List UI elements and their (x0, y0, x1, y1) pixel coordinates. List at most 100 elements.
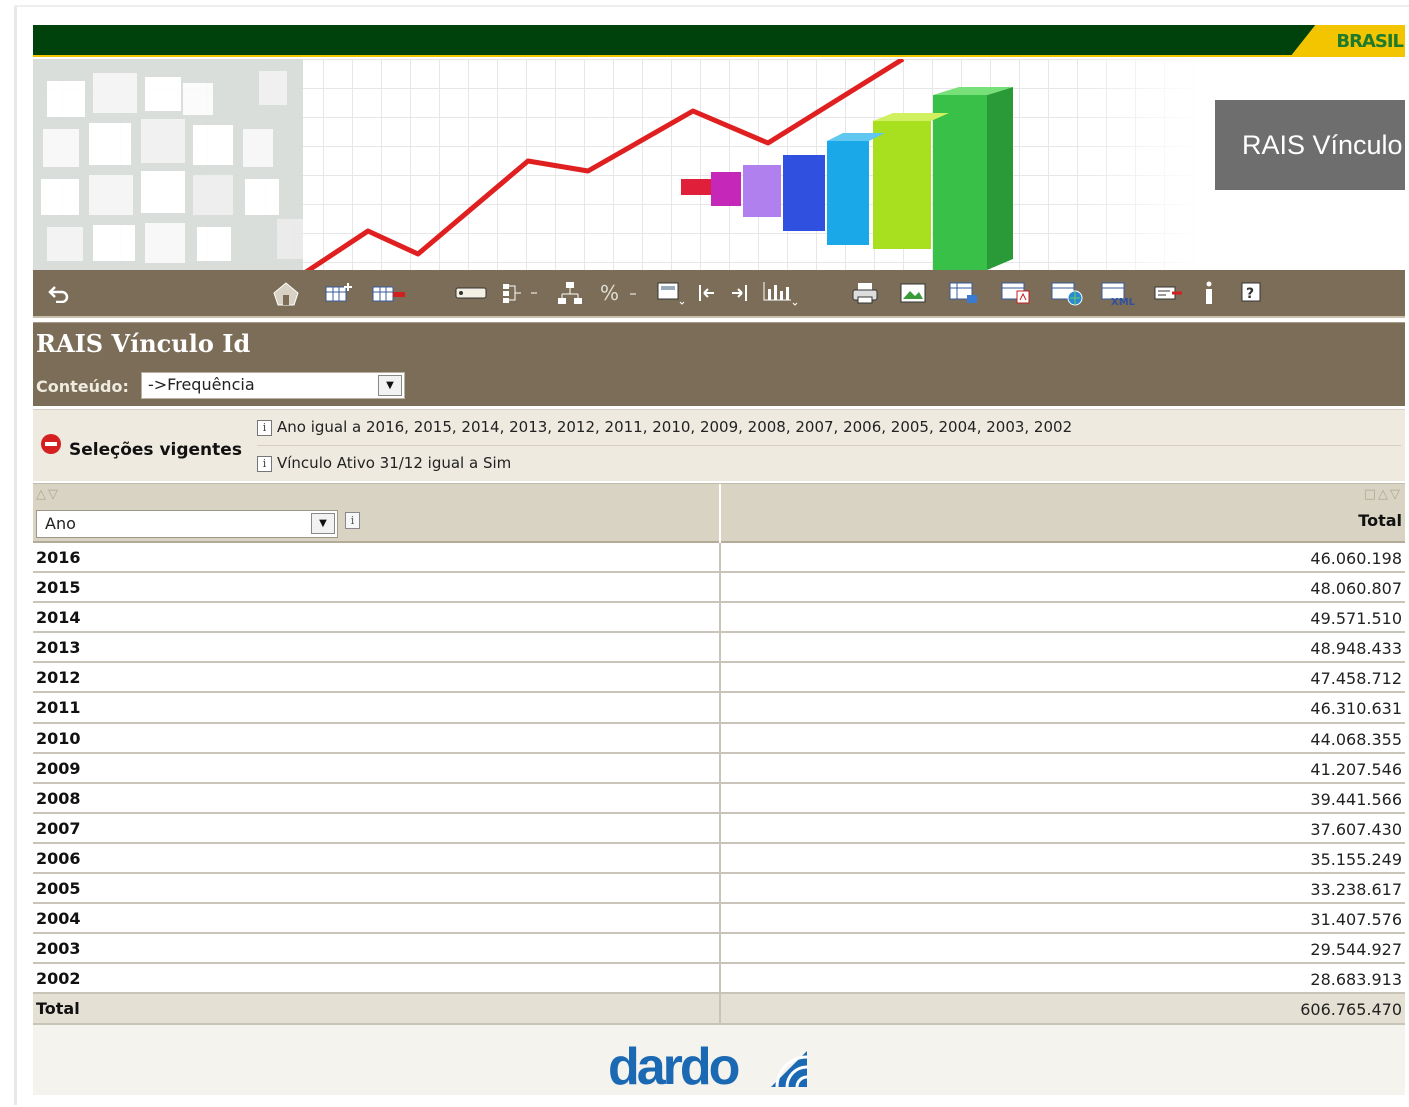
row-value: 48.948.433 (1310, 639, 1402, 659)
move-right-icon[interactable] (727, 279, 751, 307)
web-export-icon[interactable] (1049, 279, 1085, 307)
tree-icon[interactable] (501, 279, 543, 307)
page-title: RAIS Vínculo Id (36, 329, 251, 358)
current-selections: Seleções vigentes i Ano igual a 2016, 201… (33, 409, 1405, 481)
column-divider (719, 484, 721, 544)
selection-item-vinculo[interactable]: i Vínculo Ativo 31/12 igual a Sim (257, 454, 511, 472)
bars-icon (681, 87, 1013, 270)
calculator-icon[interactable] (653, 279, 687, 307)
row-value: 49.571.510 (1310, 609, 1402, 629)
undo-icon[interactable] (45, 279, 73, 307)
column-divider (719, 904, 721, 935)
banner-title: RAIS Vínculo (1215, 100, 1405, 190)
column-divider (719, 723, 721, 754)
label-icon[interactable] (453, 279, 489, 307)
info-icon[interactable]: i (345, 512, 360, 529)
column-divider (719, 603, 721, 634)
total-value: 606.765.470 (1300, 1000, 1402, 1020)
edit-icon[interactable] (1151, 279, 1185, 307)
remove-selection-icon[interactable] (41, 434, 61, 454)
selection-item-ano[interactable]: i Ano igual a 2016, 2015, 2014, 2013, 201… (257, 418, 1072, 436)
column-divider (719, 813, 721, 844)
table-body: 2016 46.060.198 2015 48.060.807 2014 49.571… (33, 543, 1405, 1025)
table-row: 2006 35.155.249 (33, 843, 1405, 875)
row-value: 28.683.913 (1310, 970, 1402, 990)
dardo-logo[interactable]: dardo (608, 1037, 740, 1097)
percent-icon[interactable]: % (597, 279, 643, 307)
row-label: 2013 (36, 638, 81, 658)
content-label: Conteúdo: (36, 377, 129, 396)
row-value: 31.407.576 (1310, 910, 1402, 930)
chevron-down-icon[interactable]: ▼ (378, 375, 402, 396)
row-label: 2009 (36, 758, 81, 778)
svg-text:XML: XML (1111, 297, 1136, 307)
content-select[interactable]: ->Frequência ▼ (141, 372, 405, 399)
help-icon[interactable]: ? (1239, 279, 1263, 307)
row-label: 2014 (36, 608, 81, 628)
print-icon[interactable] (849, 279, 881, 307)
info-icon[interactable] (1199, 279, 1219, 307)
table-row-total: Total 606.765.470 (33, 994, 1405, 1025)
brasil-logo[interactable]: BRASIL (1336, 31, 1404, 52)
info-icon[interactable]: i (257, 456, 272, 472)
row-value: 39.441.566 (1310, 789, 1402, 809)
row-dimension-select[interactable]: Ano ▼ (36, 510, 338, 538)
gov-bar: BRASIL (33, 25, 1405, 57)
page-shadow (14, 5, 17, 1105)
column-header-total: Total (1358, 511, 1402, 530)
table-header: △▽ Ano ▼ i □△▽ Total (33, 483, 1405, 544)
row-label: 2015 (36, 578, 81, 598)
row-value: 47.458.712 (1310, 669, 1402, 689)
row-label: 2008 (36, 788, 81, 808)
chart-icon[interactable] (761, 279, 801, 307)
table-row: 2012 47.458.712 (33, 663, 1405, 694)
row-value: 46.310.631 (1310, 699, 1402, 719)
table-row: 2016 46.060.198 (33, 543, 1405, 574)
banner-title-text: RAIS Vínculo (1242, 130, 1403, 160)
column-divider (719, 934, 721, 965)
table-row: 2005 33.238.617 (33, 874, 1405, 905)
page-shadow-top (14, 5, 1409, 7)
row-label: 2004 (36, 909, 81, 929)
selection-item-text: Vínculo Ativo 31/12 igual a Sim (277, 454, 512, 472)
home-icon[interactable] (269, 279, 303, 307)
page-title-bar: RAIS Vínculo Id (33, 322, 1405, 364)
row-value: 46.060.198 (1310, 549, 1402, 568)
column-divider (719, 633, 721, 664)
app-frame: BRASIL RAIS Vínculo % XML ? RAIS Vínculo… (33, 25, 1405, 1097)
column-divider (719, 783, 721, 814)
info-icon[interactable]: i (257, 420, 272, 436)
add-table-icon[interactable] (323, 279, 355, 307)
xml-export-icon[interactable]: XML (1099, 279, 1139, 307)
footer: dardo (33, 1025, 1405, 1097)
row-label: 2002 (36, 969, 81, 989)
cube-globe-icon (33, 59, 303, 270)
table-export-icon[interactable] (947, 279, 981, 307)
row-value: 33.238.617 (1310, 880, 1402, 900)
column-divider (719, 663, 721, 694)
table-row: 2015 48.060.807 (33, 573, 1405, 604)
row-label: 2011 (36, 698, 81, 718)
image-export-icon[interactable] (897, 279, 929, 307)
sort-arrows-icon[interactable]: □△▽ (1364, 487, 1402, 502)
content-bar: Conteúdo: ->Frequência ▼ (33, 364, 1405, 406)
remove-table-icon[interactable] (371, 279, 407, 307)
move-left-icon[interactable] (695, 279, 719, 307)
hierarchy-icon[interactable] (555, 279, 585, 307)
table-row: 2008 39.441.566 (33, 783, 1405, 814)
row-value: 35.155.249 (1310, 849, 1402, 869)
pdf-export-icon[interactable] (999, 279, 1033, 307)
row-label: 2003 (36, 939, 81, 959)
banner: RAIS Vínculo (33, 59, 1405, 270)
sort-arrows-icon[interactable]: △▽ (36, 487, 60, 502)
row-dimension-value: Ano (45, 514, 76, 533)
table-row: 2011 46.310.631 (33, 693, 1405, 724)
selection-item-text: Ano igual a 2016, 2015, 2014, 2013, 2012… (277, 418, 1073, 436)
row-value: 29.544.927 (1310, 940, 1402, 960)
selections-label: Seleções vigentes (69, 440, 242, 460)
table-row: 2009 41.207.546 (33, 753, 1405, 784)
chevron-down-icon[interactable]: ▼ (311, 513, 335, 534)
column-divider (719, 874, 721, 905)
svg-text:?: ? (1246, 286, 1254, 302)
content-select-value: ->Frequência (148, 375, 255, 394)
